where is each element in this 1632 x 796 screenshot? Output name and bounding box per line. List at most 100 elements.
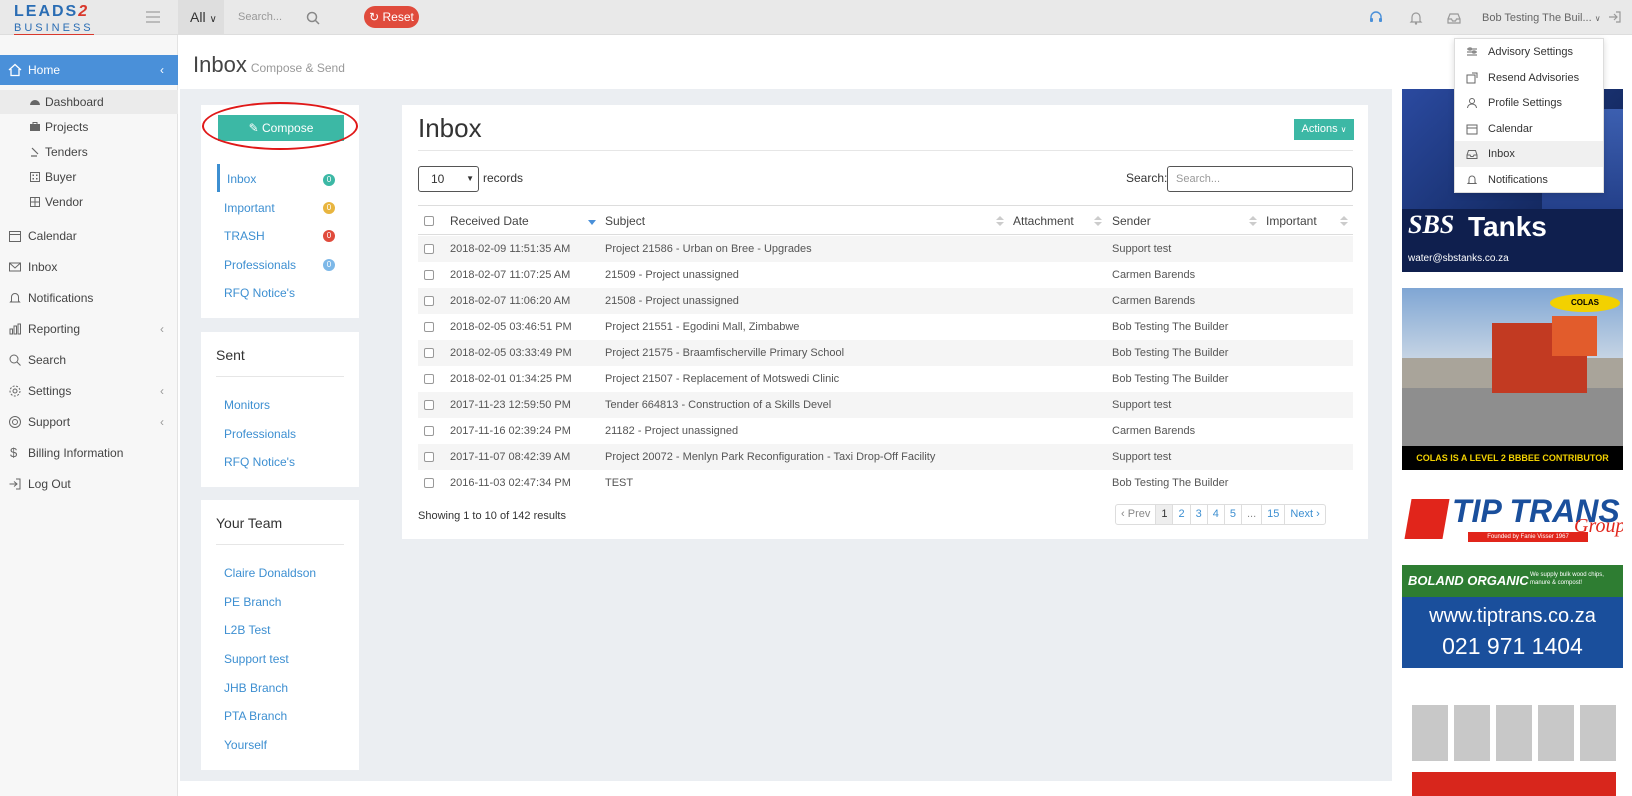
- sidebar-item-settings[interactable]: Settings ‹: [0, 376, 178, 406]
- cell-subject[interactable]: Project 21575 - Braamfischerville Primar…: [605, 340, 844, 366]
- sidebar-item-vendor[interactable]: Vendor: [0, 190, 178, 214]
- column-received-date[interactable]: Received Date: [450, 206, 529, 236]
- sidebar-item-billing[interactable]: $ Billing Information: [0, 438, 178, 468]
- sidebar-item-dashboard[interactable]: Dashboard: [0, 90, 178, 114]
- pagination-page[interactable]: 5: [1225, 505, 1242, 524]
- table-row[interactable]: 2018-02-09 11:51:35 AM Project 21586 - Ur…: [418, 236, 1353, 262]
- row-checkbox[interactable]: [424, 478, 434, 488]
- user-menu-toggle[interactable]: Bob Testing The Buil... ∨: [1482, 12, 1601, 24]
- cell-subject[interactable]: Tender 664813 - Construction of a Skills…: [605, 392, 831, 418]
- search-icon[interactable]: [306, 11, 320, 25]
- menu-item-resend-advisories[interactable]: Resend Advisories: [1455, 65, 1603, 91]
- row-checkbox[interactable]: [424, 426, 434, 436]
- headset-icon[interactable]: [1368, 10, 1384, 26]
- sidebar-item-home[interactable]: Home ‹: [0, 55, 178, 85]
- pagination-page[interactable]: 1: [1156, 505, 1174, 524]
- table-search-input[interactable]: Search...: [1167, 166, 1353, 192]
- team-link[interactable]: PTA Branch: [224, 709, 287, 723]
- row-checkbox[interactable]: [424, 244, 434, 254]
- table-row[interactable]: 2018-02-07 11:06:20 AM 21508 - Project un…: [418, 288, 1353, 314]
- sidebar-item-tenders[interactable]: Tenders: [0, 140, 178, 164]
- row-checkbox[interactable]: [424, 452, 434, 462]
- actions-dropdown-button[interactable]: Actions ∨: [1294, 119, 1354, 140]
- sidebar-item-buyer[interactable]: Buyer: [0, 165, 178, 189]
- column-subject[interactable]: Subject: [605, 206, 645, 236]
- table-row[interactable]: 2018-02-07 11:07:25 AM 21509 - Project un…: [418, 262, 1353, 288]
- cell-subject[interactable]: Project 20072 - Menlyn Park Reconfigurat…: [605, 444, 935, 470]
- sent-link-professionals[interactable]: Professionals: [224, 427, 296, 441]
- team-link[interactable]: JHB Branch: [224, 681, 288, 695]
- pagination-page[interactable]: 3: [1191, 505, 1208, 524]
- inbox-tray-icon[interactable]: [1446, 10, 1462, 26]
- menu-toggle-icon[interactable]: [146, 11, 160, 23]
- sidebar-item-calendar[interactable]: Calendar: [0, 221, 178, 251]
- folder-important[interactable]: Important: [224, 201, 275, 215]
- page-length-select[interactable]: 10 ▼: [418, 166, 479, 192]
- folder-inbox[interactable]: Inbox: [227, 172, 256, 186]
- cell-subject[interactable]: 21509 - Project unassigned: [605, 262, 739, 288]
- tip-trans-advert[interactable]: TIP TRANS Group Founded by Fanie Visser …: [1402, 485, 1623, 668]
- sidebar-item-support[interactable]: Support ‹: [0, 407, 178, 437]
- cell-subject[interactable]: 21182 - Project unassigned: [605, 418, 738, 444]
- select-all-checkbox[interactable]: [424, 216, 434, 226]
- row-checkbox[interactable]: [424, 374, 434, 384]
- logout-icon[interactable]: [1607, 9, 1623, 25]
- table-row[interactable]: 2016-11-03 02:47:34 PM TEST Bob Testing Th…: [418, 470, 1353, 496]
- cell-subject[interactable]: Project 21507 - Replacement of Motswedi …: [605, 366, 839, 392]
- table-row[interactable]: 2018-02-01 01:34:25 PM Project 21507 - Re…: [418, 366, 1353, 392]
- row-checkbox[interactable]: [424, 270, 434, 280]
- column-important[interactable]: Important: [1266, 206, 1317, 236]
- team-link[interactable]: Yourself: [224, 738, 267, 752]
- cell-subject[interactable]: TEST: [605, 470, 633, 496]
- sidebar-item-search[interactable]: Search: [0, 345, 178, 375]
- cell-subject[interactable]: Project 21586 - Urban on Bree - Upgrades: [605, 236, 812, 262]
- bottom-advert[interactable]: [1402, 702, 1623, 796]
- sort-desc-icon[interactable]: [588, 216, 596, 226]
- row-checkbox[interactable]: [424, 322, 434, 332]
- table-row[interactable]: 2017-11-16 02:39:24 PM 21182 - Project un…: [418, 418, 1353, 444]
- sidebar-item-reporting[interactable]: Reporting ‹: [0, 314, 178, 344]
- pagination-page[interactable]: 4: [1208, 505, 1225, 524]
- table-row[interactable]: 2017-11-07 08:42:39 AM Project 20072 - Me…: [418, 444, 1353, 470]
- colas-advert[interactable]: COLAS COLAS IS A LEVEL 2 BBBEE CONTRIBUT…: [1402, 288, 1623, 470]
- team-link[interactable]: PE Branch: [224, 595, 281, 609]
- table-row[interactable]: 2018-02-05 03:33:49 PM Project 21575 - Br…: [418, 340, 1353, 366]
- sidebar-item-logout[interactable]: Log Out: [0, 469, 178, 499]
- row-checkbox[interactable]: [424, 400, 434, 410]
- leads2business-logo[interactable]: LEADS2 BUSINESS: [14, 3, 98, 36]
- team-link[interactable]: L2B Test: [224, 623, 270, 637]
- cell-subject[interactable]: Project 21551 - Egodini Mall, Zimbabwe: [605, 314, 799, 340]
- table-row[interactable]: 2017-11-23 12:59:50 PM Tender 664813 - Co…: [418, 392, 1353, 418]
- sidebar-item-notifications[interactable]: Notifications: [0, 283, 178, 313]
- bell-icon[interactable]: [1408, 10, 1424, 26]
- sent-link-rfq-notices[interactable]: RFQ Notice's: [224, 455, 295, 469]
- menu-item-advisory-settings[interactable]: Advisory Settings: [1455, 39, 1603, 65]
- sent-link-monitors[interactable]: Monitors: [224, 398, 270, 412]
- search-scope-select[interactable]: All ∨: [178, 0, 224, 35]
- pagination-next[interactable]: Next ›: [1285, 505, 1324, 524]
- menu-item-calendar[interactable]: Calendar: [1455, 116, 1603, 142]
- sidebar-item-inbox[interactable]: Inbox: [0, 252, 178, 282]
- table-row[interactable]: 2018-02-05 03:46:51 PM Project 21551 - Eg…: [418, 314, 1353, 340]
- folder-rfq-notices[interactable]: RFQ Notice's: [224, 286, 295, 300]
- folder-trash[interactable]: TRASH: [224, 229, 265, 243]
- column-sender[interactable]: Sender: [1112, 206, 1151, 236]
- team-link[interactable]: Support test: [224, 652, 289, 666]
- sort-icon[interactable]: [1094, 216, 1102, 226]
- row-checkbox[interactable]: [424, 348, 434, 358]
- menu-item-notifications[interactable]: Notifications: [1455, 167, 1603, 193]
- sort-icon[interactable]: [1340, 216, 1348, 226]
- pagination-page[interactable]: 15: [1262, 505, 1286, 524]
- folder-professionals[interactable]: Professionals: [224, 258, 296, 272]
- menu-item-profile-settings[interactable]: Profile Settings: [1455, 90, 1603, 116]
- row-checkbox[interactable]: [424, 296, 434, 306]
- pagination-page[interactable]: 2: [1173, 505, 1191, 524]
- reset-button[interactable]: ↻ Reset: [364, 6, 419, 28]
- cell-subject[interactable]: 21508 - Project unassigned: [605, 288, 739, 314]
- sidebar-item-projects[interactable]: Projects: [0, 115, 178, 139]
- sort-icon[interactable]: [996, 216, 1004, 226]
- menu-item-inbox[interactable]: Inbox: [1455, 141, 1603, 167]
- pagination-prev[interactable]: ‹ Prev: [1116, 505, 1157, 524]
- column-attachment[interactable]: Attachment: [1013, 206, 1074, 236]
- team-link[interactable]: Claire Donaldson: [224, 566, 316, 580]
